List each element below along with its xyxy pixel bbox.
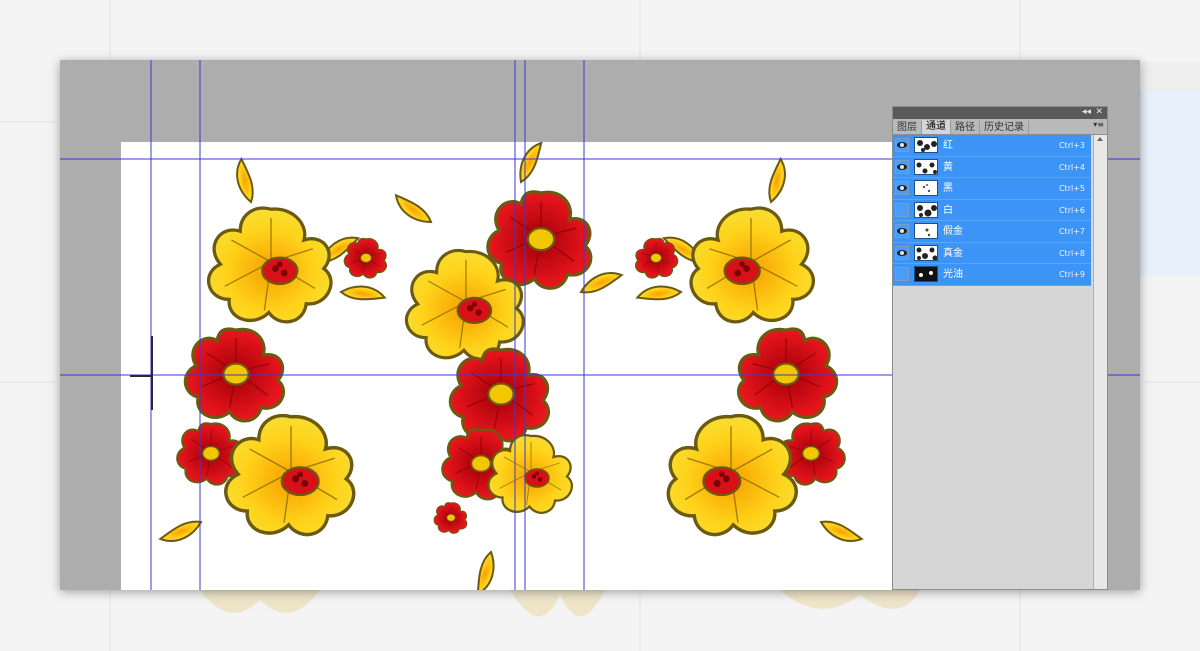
channel-name: 光油 bbox=[943, 269, 963, 280]
eye-icon bbox=[897, 163, 907, 170]
visibility-toggle[interactable] bbox=[895, 181, 909, 195]
document-canvas[interactable] bbox=[121, 142, 901, 590]
tab-history[interactable]: 历史记录 bbox=[980, 121, 1029, 134]
right-bouquet bbox=[634, 156, 865, 547]
channel-row-black[interactable]: 黑 Ctrl+5 bbox=[893, 178, 1091, 200]
background-toolbar-strip bbox=[1140, 62, 1200, 90]
channel-shortcut: Ctrl+4 bbox=[1058, 162, 1085, 172]
channel-row-red[interactable]: 红 Ctrl+3 bbox=[893, 135, 1091, 157]
eye-icon bbox=[897, 142, 907, 148]
photoshop-workspace: ◂◂ ✕ 图层 通道 路径 历史记录 ▾≡ 红 Ctrl+3 黄 Ctrl+4 … bbox=[60, 60, 1140, 590]
visibility-toggle[interactable] bbox=[895, 202, 909, 217]
channel-list-empty-area bbox=[893, 289, 1091, 589]
floral-artwork bbox=[157, 142, 865, 590]
channel-row-white[interactable]: 白 Ctrl+6 bbox=[893, 199, 1091, 221]
channel-shortcut: Ctrl+7 bbox=[1058, 227, 1085, 236]
channel-shortcut: Ctrl+5 bbox=[1058, 184, 1085, 193]
channel-thumbnail bbox=[914, 266, 938, 282]
middle-bouquet bbox=[390, 142, 625, 590]
collapse-panel-button[interactable]: ◂◂ bbox=[1082, 106, 1091, 118]
close-panel-button[interactable]: ✕ bbox=[1095, 106, 1103, 118]
visibility-toggle[interactable] bbox=[895, 267, 909, 281]
panel-menu-button[interactable]: ▾≡ bbox=[1093, 120, 1104, 129]
channel-shortcut: Ctrl+8 bbox=[1058, 248, 1085, 258]
channel-row-varnish[interactable]: 光油 Ctrl+9 bbox=[893, 264, 1091, 286]
visibility-toggle[interactable] bbox=[895, 138, 909, 152]
channel-shortcut: Ctrl+6 bbox=[1058, 205, 1085, 215]
channel-row-yellow[interactable]: 黄 Ctrl+4 bbox=[893, 156, 1091, 178]
background-selected-panel bbox=[1140, 90, 1200, 275]
channel-name: 红 bbox=[943, 140, 953, 151]
eye-icon bbox=[897, 228, 907, 234]
channel-name: 真金 bbox=[943, 247, 963, 259]
left-bouquet bbox=[157, 156, 388, 547]
tab-layers[interactable]: 图层 bbox=[893, 121, 922, 134]
panel-tabs: 图层 通道 路径 历史记录 ▾≡ bbox=[893, 119, 1107, 135]
channel-thumbnail bbox=[914, 180, 938, 196]
tab-paths[interactable]: 路径 bbox=[951, 121, 980, 134]
channel-thumbnail bbox=[914, 137, 938, 153]
channel-thumbnail bbox=[914, 223, 938, 239]
visibility-toggle[interactable] bbox=[895, 224, 909, 238]
visibility-toggle[interactable] bbox=[895, 245, 909, 260]
channel-thumbnail bbox=[914, 244, 938, 261]
channel-thumbnail bbox=[914, 201, 938, 218]
channels-panel: ◂◂ ✕ 图层 通道 路径 历史记录 ▾≡ 红 Ctrl+3 黄 Ctrl+4 … bbox=[892, 106, 1108, 590]
eye-icon bbox=[897, 249, 907, 256]
channel-row-fake-gold[interactable]: 假金 Ctrl+7 bbox=[893, 221, 1091, 243]
channel-shortcut: Ctrl+3 bbox=[1058, 141, 1085, 150]
panel-titlebar: ◂◂ ✕ bbox=[893, 107, 1107, 119]
channel-row-real-gold[interactable]: 真金 Ctrl+8 bbox=[893, 242, 1091, 264]
background-ghost-artwork bbox=[200, 590, 920, 617]
channel-list: 红 Ctrl+3 黄 Ctrl+4 黑 Ctrl+5 白 Ctrl+6 假金 C… bbox=[893, 135, 1091, 286]
channel-shortcut: Ctrl+9 bbox=[1058, 270, 1085, 279]
tab-channels[interactable]: 通道 bbox=[922, 120, 951, 134]
eye-icon bbox=[897, 185, 907, 191]
channel-name: 白 bbox=[943, 204, 953, 216]
channel-thumbnail bbox=[914, 158, 938, 175]
visibility-toggle[interactable] bbox=[895, 159, 909, 174]
channel-name: 假金 bbox=[943, 226, 963, 237]
panel-scrollbar[interactable] bbox=[1093, 135, 1107, 589]
channel-name: 黑 bbox=[943, 183, 953, 194]
scroll-up-icon[interactable] bbox=[1097, 137, 1103, 141]
channel-name: 黄 bbox=[943, 161, 953, 173]
